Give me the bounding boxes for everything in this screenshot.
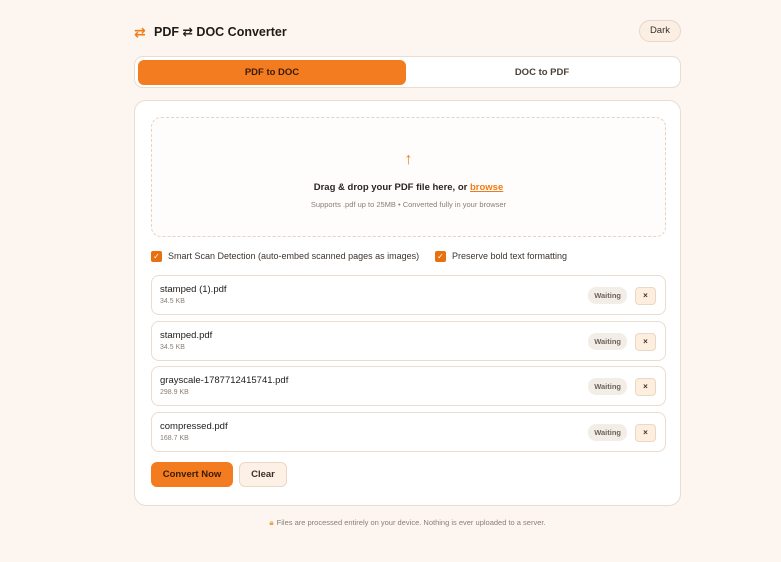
status-badge: Waiting (588, 287, 627, 304)
file-name: stamped (1).pdf (160, 284, 227, 295)
file-name: stamped.pdf (160, 330, 213, 341)
clear-button[interactable]: Clear (239, 462, 287, 487)
tab-pdf-to-doc[interactable]: PDF to DOC (138, 60, 406, 85)
tab-doc-to-pdf[interactable]: DOC to PDF (408, 60, 676, 85)
file-list-item: stamped (1).pdf 34.5 KB Waiting × (151, 275, 666, 315)
smart-scan-checkbox[interactable]: ✓ (151, 250, 162, 262)
convert-now-button[interactable]: Convert Now (151, 462, 233, 487)
smart-scan-label: Smart Scan Detection (auto-embed scanned… (168, 251, 420, 261)
file-size: 298.9 KB (160, 389, 189, 396)
remove-file-button[interactable]: × (635, 287, 656, 305)
smart-scan-option[interactable]: ✓ Smart Scan Detection (auto-embed scann… (151, 250, 419, 262)
preserve-bold-checkbox[interactable]: ✓ (435, 250, 446, 262)
preserve-bold-option[interactable]: ✓ Preserve bold text formatting (435, 250, 567, 262)
remove-file-button[interactable]: × (635, 424, 656, 442)
preserve-bold-label: Preserve bold text formatting (452, 251, 568, 261)
status-badge: Waiting (588, 333, 627, 350)
brand: ⇄ PDF ⇄ DOC Converter (134, 24, 287, 40)
remove-file-button[interactable]: × (635, 378, 656, 396)
file-list-item: compressed.pdf 168.7 KB Waiting × (151, 412, 666, 452)
file-size: 168.7 KB (160, 435, 189, 442)
converter-card: ↑ Drag & drop your PDF file here, or bro… (134, 100, 681, 506)
file-name: compressed.pdf (160, 421, 228, 432)
swap-arrows-icon: ⇄ (134, 24, 146, 40)
file-size: 34.5 KB (160, 344, 185, 351)
file-list-item: stamped.pdf 34.5 KB Waiting × (151, 321, 666, 361)
remove-file-button[interactable]: × (635, 333, 656, 351)
file-size: 34.5 KB (160, 298, 185, 305)
upload-arrow-icon: ↑ (404, 151, 413, 168)
file-dropzone[interactable]: ↑ Drag & drop your PDF file here, or bro… (151, 117, 666, 237)
status-badge: Waiting (588, 378, 627, 395)
status-badge: Waiting (588, 424, 627, 441)
file-name: grayscale-1787712415741.pdf (160, 375, 289, 386)
dark-mode-toggle[interactable]: Dark (638, 20, 681, 42)
dropzone-subtext: Supports .pdf up to 25MB • Converted ful… (310, 200, 507, 209)
lock-icon: 🔒︎ (269, 518, 274, 527)
browse-link[interactable]: browse (470, 182, 503, 193)
mode-tabs: PDF to DOC DOC to PDF (134, 56, 681, 88)
conversion-options: ✓ Smart Scan Detection (auto-embed scann… (151, 250, 666, 264)
app-header: ⇄ PDF ⇄ DOC Converter Dark (134, 20, 681, 44)
file-list-item: grayscale-1787712415741.pdf 298.9 KB Wai… (151, 366, 666, 406)
app-title: PDF ⇄ DOC Converter (154, 25, 287, 39)
footer-text: Files are processed entirely on your dev… (276, 518, 546, 527)
dropzone-text: Drag & drop your PDF file here, or brows… (152, 182, 665, 193)
privacy-footer: 🔒︎ Files are processed entirely on your d… (134, 518, 681, 528)
dropzone-instruction: Drag & drop your PDF file here, or (313, 182, 468, 193)
